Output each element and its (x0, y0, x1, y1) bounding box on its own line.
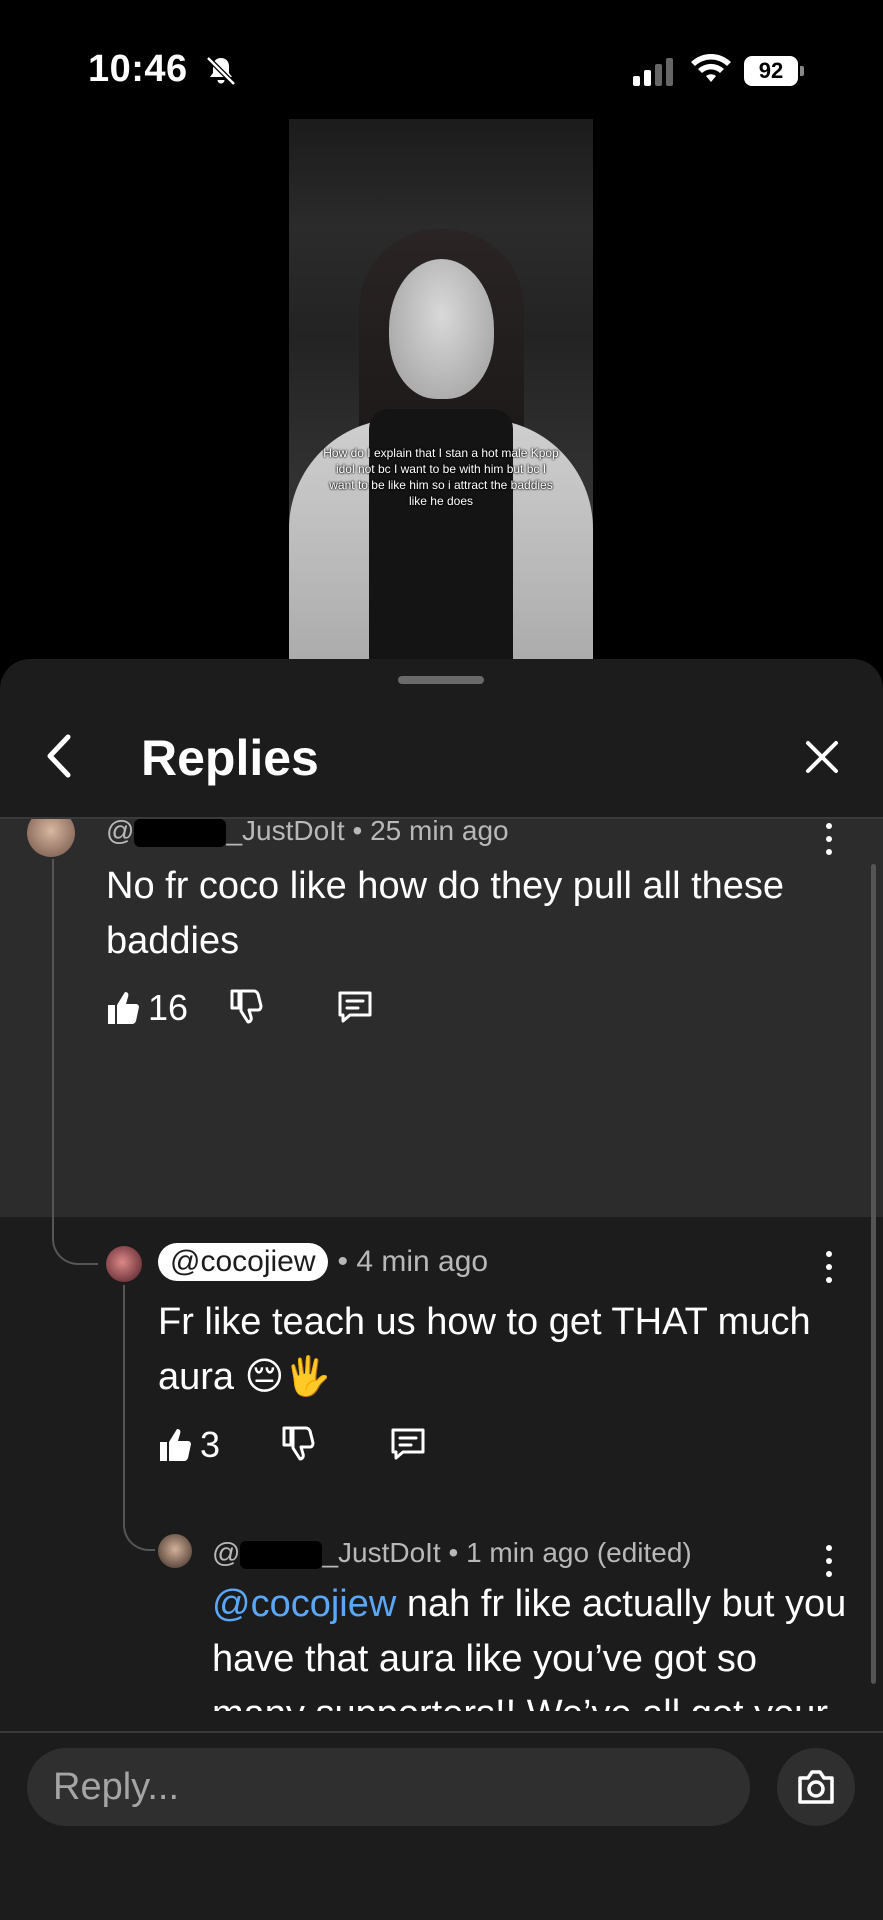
reply-comment-icon[interactable] (336, 989, 374, 1025)
like-button[interactable]: 3 (158, 1424, 220, 1466)
thumbs-up-icon (108, 992, 139, 1024)
mention-link[interactable]: @cocojiew (212, 1583, 396, 1625)
video-preview[interactable]: How do I explain that I stan a hot male … (289, 119, 593, 661)
comment-text: No fr coco like how do they pull all the… (106, 865, 785, 962)
more-options-icon[interactable] (819, 1543, 839, 1579)
camera-button[interactable] (777, 1748, 855, 1826)
comment-text: @cocojiew nah fr like actually but you h… (212, 1583, 847, 1711)
bell-off-icon (206, 56, 236, 86)
redacted-block (240, 1540, 323, 1569)
like-button[interactable]: 16 (106, 987, 188, 1029)
sheet-grabber[interactable] (398, 676, 484, 684)
thread-line (123, 1285, 125, 1505)
avatar[interactable] (106, 1246, 142, 1282)
wifi-icon (691, 54, 731, 82)
back-chevron-icon[interactable] (40, 731, 80, 781)
creator-username-badge[interactable]: @cocojiew (158, 1243, 328, 1281)
cellular-signal-icon (633, 58, 673, 86)
thread-connector (52, 1219, 98, 1265)
more-options-icon[interactable] (819, 821, 839, 857)
comment-meta: @ _JustDoIt • 25 min ago (106, 819, 509, 847)
thumbs-down-icon[interactable] (281, 1424, 315, 1462)
thumbs-down-icon[interactable] (229, 987, 263, 1025)
status-time: 10:46 (88, 48, 188, 90)
thread-line (52, 859, 54, 1219)
reply-comment-icon[interactable] (389, 1426, 427, 1462)
bottom-divider (0, 1731, 883, 1733)
comment-time: • 4 min ago (337, 1245, 489, 1278)
reply-input[interactable] (27, 1748, 750, 1826)
page-title: Replies (141, 730, 319, 786)
comment-meta: @ _JustDoIt • 1 min ago (edited) (212, 1537, 692, 1569)
battery-level: 92 (744, 56, 798, 86)
more-options-icon[interactable] (819, 1249, 839, 1285)
like-count: 3 (200, 1424, 221, 1465)
comment-meta: @cocojiew • 4 min ago (158, 1243, 488, 1281)
close-icon[interactable] (800, 735, 844, 779)
avatar[interactable] (158, 1534, 192, 1568)
scrollbar[interactable] (871, 864, 876, 1684)
comment-text: Fr like teach us how to get THAT much au… (158, 1301, 811, 1398)
like-count: 16 (148, 987, 189, 1028)
battery-icon: 92 (744, 56, 804, 86)
redacted-block (134, 819, 227, 847)
replies-list[interactable]: @ _JustDoIt • 25 min ago No fr coco like … (0, 819, 883, 1711)
thumbs-up-icon (160, 1429, 191, 1461)
status-bar: 10:46 92 (0, 0, 883, 120)
video-caption: How do I explain that I stan a hot male … (323, 446, 559, 508)
thread-connector (123, 1505, 155, 1551)
camera-icon (798, 1770, 834, 1804)
replies-header: Replies (0, 699, 883, 817)
